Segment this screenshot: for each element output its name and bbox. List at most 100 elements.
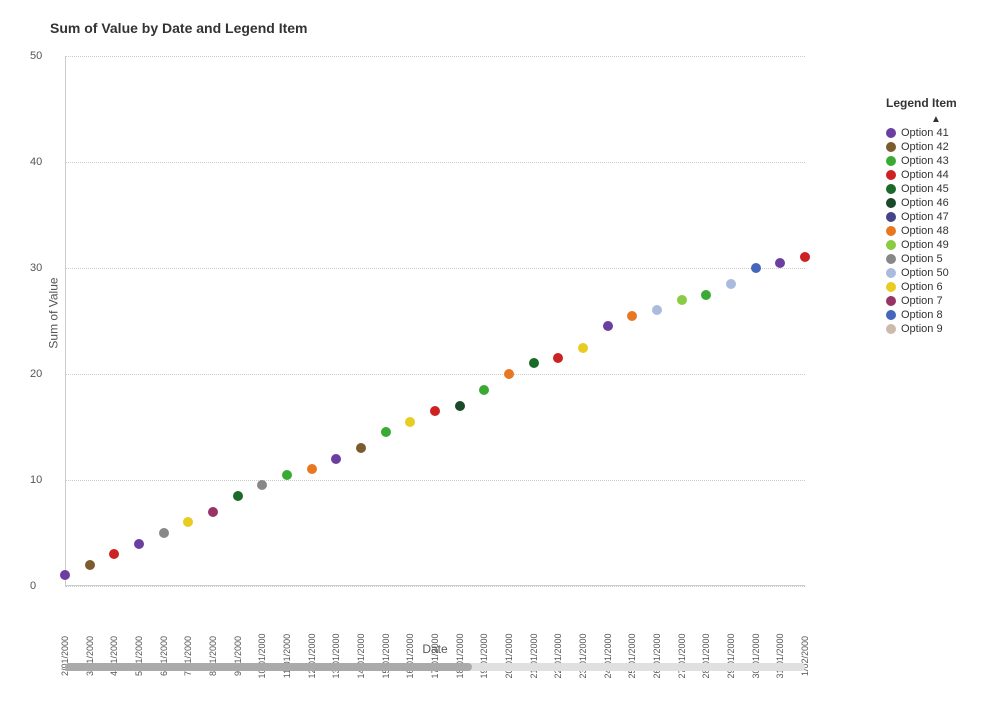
y-tick-label: 30: [30, 262, 42, 274]
y-tick-label: 0: [30, 580, 36, 592]
legend-dot: [886, 254, 896, 264]
data-point[interactable]: [109, 549, 119, 559]
legend-item[interactable]: Option 8: [886, 309, 986, 321]
data-point[interactable]: [529, 358, 539, 368]
data-point[interactable]: [282, 470, 292, 480]
data-point[interactable]: [751, 263, 761, 273]
data-point[interactable]: [677, 295, 687, 305]
data-point[interactable]: [183, 517, 193, 527]
scrollbar[interactable]: [65, 663, 805, 671]
x-tick-label: 20/01/2000: [504, 633, 514, 678]
legend-area: Legend Item ▲ Option 41 Option 42 Option 4…: [886, 96, 986, 337]
legend-item[interactable]: Option 41: [886, 127, 986, 139]
legend-label: Option 50: [901, 267, 949, 279]
data-point[interactable]: [159, 528, 169, 538]
legend-dot: [886, 156, 896, 166]
data-point[interactable]: [800, 252, 810, 262]
legend-dot: [886, 142, 896, 152]
x-tick-label: 22/01/2000: [553, 633, 563, 678]
data-point[interactable]: [134, 539, 144, 549]
data-point[interactable]: [652, 305, 662, 315]
data-point[interactable]: [479, 385, 489, 395]
legend-label: Option 48: [901, 225, 949, 237]
legend-item[interactable]: Option 43: [886, 155, 986, 167]
legend-title: Legend Item: [886, 96, 986, 110]
data-point[interactable]: [85, 560, 95, 570]
legend-item[interactable]: Option 6: [886, 281, 986, 293]
x-tick-label: 10/01/2000: [257, 633, 267, 678]
data-point[interactable]: [60, 570, 70, 580]
legend-item[interactable]: Option 44: [886, 169, 986, 181]
legend-item[interactable]: Option 47: [886, 211, 986, 223]
legend-dot: [886, 170, 896, 180]
legend-dot: [886, 128, 896, 138]
legend-label: Option 46: [901, 197, 949, 209]
x-tick-label: 25/01/2000: [627, 633, 637, 678]
chart-title: Sum of Value by Date and Legend Item: [50, 20, 991, 36]
legend-label: Option 7: [901, 295, 943, 307]
data-point[interactable]: [307, 464, 317, 474]
legend-label: Option 49: [901, 239, 949, 251]
x-tick-label: 30/01/2000: [751, 633, 761, 678]
y-axis-line: [65, 56, 66, 586]
legend-item[interactable]: Option 42: [886, 141, 986, 153]
legend-dot: [886, 198, 896, 208]
data-point[interactable]: [603, 321, 613, 331]
legend-dot: [886, 184, 896, 194]
y-tick-label: 20: [30, 368, 42, 380]
legend-item[interactable]: Option 50: [886, 267, 986, 279]
legend-label: Option 47: [901, 211, 949, 223]
x-tick-label: 27/01/2000: [677, 633, 687, 678]
y-axis-label: Sum of Value: [47, 277, 61, 348]
data-point[interactable]: [553, 353, 563, 363]
legend-label: Option 6: [901, 281, 943, 293]
legend-item[interactable]: Option 7: [886, 295, 986, 307]
legend-scroll-up-icon[interactable]: ▲: [886, 114, 986, 125]
x-tick-label: 14/01/2000: [356, 633, 366, 678]
data-point[interactable]: [627, 311, 637, 321]
x-tick-label: 18/01/2000: [455, 633, 465, 678]
grid-line: [65, 56, 805, 57]
data-point[interactable]: [257, 480, 267, 490]
data-point[interactable]: [208, 507, 218, 517]
x-tick-label: 11/01/2000: [282, 634, 292, 678]
legend-item[interactable]: Option 5: [886, 253, 986, 265]
data-point[interactable]: [233, 491, 243, 501]
y-tick-label: 10: [30, 474, 42, 486]
legend-item[interactable]: Option 49: [886, 239, 986, 251]
grid-line: [65, 268, 805, 269]
legend-label: Option 44: [901, 169, 949, 181]
data-point[interactable]: [430, 406, 440, 416]
data-point[interactable]: [578, 343, 588, 353]
data-point[interactable]: [356, 443, 366, 453]
legend-dot: [886, 212, 896, 222]
data-point[interactable]: [455, 401, 465, 411]
y-tick-label: 50: [30, 50, 42, 62]
legend-dot: [886, 324, 896, 334]
data-point[interactable]: [331, 454, 341, 464]
legend-item[interactable]: Option 45: [886, 183, 986, 195]
grid-line: [65, 586, 805, 587]
x-tick-label: 23/01/2000: [578, 633, 588, 678]
data-point[interactable]: [726, 279, 736, 289]
legend-dot: [886, 268, 896, 278]
grid-line: [65, 162, 805, 163]
data-point[interactable]: [405, 417, 415, 427]
legend-item[interactable]: Option 48: [886, 225, 986, 237]
x-tick-label: 16/01/2000: [405, 633, 415, 678]
x-tick-label: 13/01/2000: [331, 633, 341, 678]
data-point[interactable]: [701, 290, 711, 300]
legend-item[interactable]: Option 46: [886, 197, 986, 209]
x-tick-label: 21/01/2000: [529, 633, 539, 678]
chart-area: Sum of Value 010203040502/01/20003/01/20…: [10, 46, 991, 686]
x-tick-label: 26/01/2000: [652, 633, 662, 678]
legend-dot: [886, 240, 896, 250]
data-point[interactable]: [775, 258, 785, 268]
data-point[interactable]: [504, 369, 514, 379]
x-tick-label: 12/01/2000: [307, 633, 317, 678]
legend-label: Option 42: [901, 141, 949, 153]
legend-dot: [886, 282, 896, 292]
scrollbar-thumb[interactable]: [65, 663, 472, 671]
data-point[interactable]: [381, 427, 391, 437]
legend-item[interactable]: Option 9: [886, 323, 986, 335]
